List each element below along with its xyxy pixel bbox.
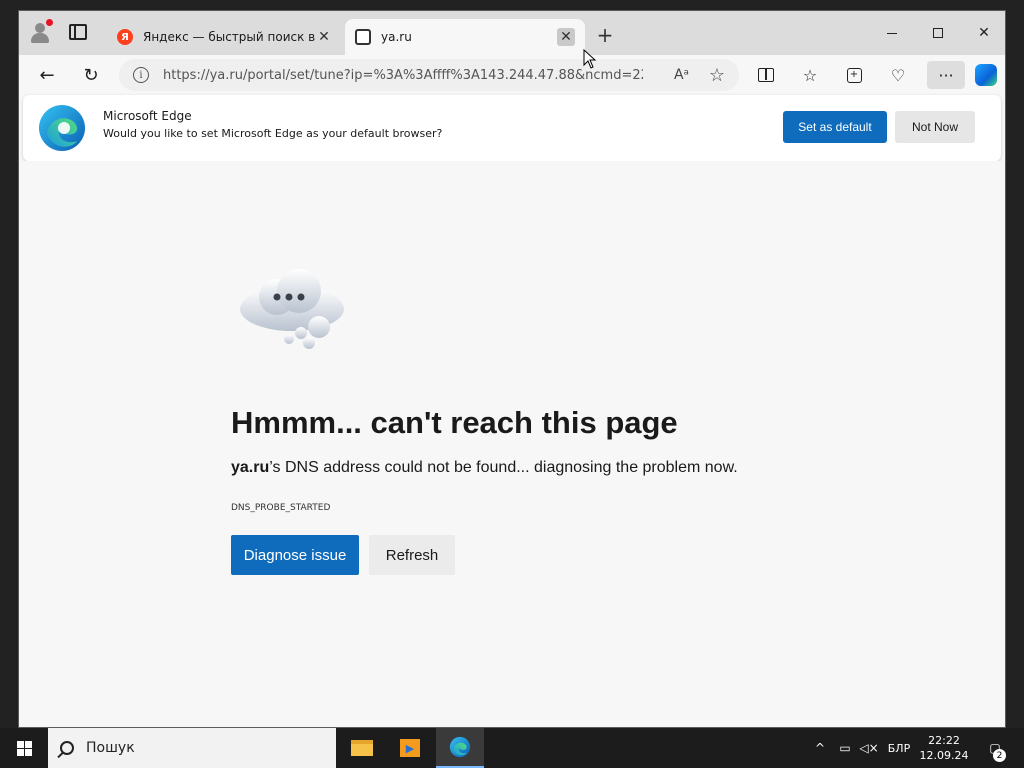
back-button[interactable]: ←: [33, 61, 61, 89]
notification-badge: 2: [993, 749, 1006, 762]
clock-date: 12.09.24: [919, 749, 969, 762]
reload-button[interactable]: ↻: [77, 61, 105, 89]
more-icon: ···: [938, 65, 954, 85]
tab-title: ya.ru: [381, 30, 412, 44]
diagnose-issue-button[interactable]: Diagnose issue: [231, 535, 359, 575]
yandex-favicon-icon: Я: [117, 29, 133, 45]
search-placeholder: Пошук: [86, 740, 135, 756]
refresh-button[interactable]: Refresh: [369, 535, 455, 575]
collections-icon: +: [846, 67, 862, 83]
tab-ya-ru[interactable]: ya.ru ✕: [345, 19, 585, 55]
close-window-button[interactable]: ✕: [961, 11, 1005, 55]
address-bar[interactable]: i https://ya.ru/portal/set/tune?ip=%3A%3…: [119, 59, 739, 91]
network-icon[interactable]: ▭: [834, 728, 856, 768]
language-indicator[interactable]: БЛР: [884, 728, 914, 768]
minimize-button[interactable]: [869, 11, 915, 55]
copilot-button[interactable]: [971, 61, 1001, 89]
media-player-icon: ▶: [400, 739, 420, 757]
start-button[interactable]: [0, 728, 48, 768]
info-icon[interactable]: i: [133, 67, 149, 83]
mouse-cursor-icon: [583, 49, 597, 69]
settings-more-button[interactable]: ···: [927, 61, 965, 89]
taskbar-search[interactable]: Пошук: [48, 728, 336, 768]
show-hidden-icons-button[interactable]: ^: [810, 728, 830, 768]
favorites-icon: ☆: [802, 65, 818, 85]
error-message: ya.ru’s DNS address could not be found..…: [231, 459, 738, 477]
browser-window: Я Яндекс — быстрый поиск в инте ✕ ya.ru …: [18, 10, 1006, 728]
error-message-text: ’s DNS address could not be found... dia…: [269, 459, 738, 476]
default-browser-banner: Microsoft Edge Would you like to set Mic…: [23, 95, 1001, 161]
close-tab-icon[interactable]: ✕: [315, 28, 333, 46]
edge-logo-icon: [39, 105, 85, 151]
split-screen-button[interactable]: [751, 61, 781, 89]
error-code: DNS_PROBE_STARTED: [231, 503, 331, 513]
cloud-error-icon: [240, 269, 344, 349]
clock[interactable]: 22:22 12.09.24: [918, 728, 970, 768]
set-as-default-button[interactable]: Set as default: [783, 111, 887, 143]
edge-icon: [449, 736, 471, 758]
error-host: ya.ru: [231, 459, 270, 476]
search-icon: [60, 741, 74, 755]
edge-taskbar-button[interactable]: [436, 728, 484, 768]
notification-center-button[interactable]: ▢ 2: [978, 728, 1012, 768]
windows-logo-icon: [16, 740, 32, 756]
new-tab-button[interactable]: +: [595, 23, 615, 47]
volume-muted-icon[interactable]: ◁×: [858, 728, 880, 768]
maximize-button[interactable]: [915, 11, 961, 55]
tab-title: Яндекс — быстрый поиск в инте: [143, 30, 315, 44]
browser-toolbar: ← ↻ i https://ya.ru/portal/set/tune?ip=%…: [19, 55, 1005, 95]
banner-title: Microsoft Edge: [103, 109, 192, 123]
split-screen-icon: [758, 68, 774, 82]
copilot-icon: [975, 64, 997, 86]
tab-yandex[interactable]: Я Яндекс — быстрый поиск в инте ✕: [107, 19, 343, 55]
error-title: Hmmm... can't reach this page: [231, 405, 678, 440]
error-page: Hmmm... can't reach this page ya.ru’s DN…: [19, 161, 1005, 727]
tab-actions-icon[interactable]: [69, 24, 87, 40]
not-now-button[interactable]: Not Now: [895, 111, 975, 143]
tab-strip: Я Яндекс — быстрый поиск в инте ✕ ya.ru …: [19, 11, 1005, 55]
profile-icon[interactable]: [29, 19, 53, 43]
clock-time: 22:22: [928, 734, 960, 747]
collections-button[interactable]: +: [839, 61, 869, 89]
close-tab-icon[interactable]: ✕: [557, 28, 575, 46]
read-aloud-icon[interactable]: Aᵃ: [674, 67, 689, 83]
favorite-star-icon[interactable]: ☆: [709, 65, 725, 86]
performance-button[interactable]: ♡: [883, 61, 913, 89]
file-explorer-button[interactable]: [338, 728, 386, 768]
error-page-favicon-icon: [355, 29, 371, 45]
taskbar: Пошук ▶ ^ ▭ ◁× БЛР 22:22 12.09.24 ▢ 2: [0, 728, 1024, 768]
folder-icon: [351, 740, 373, 756]
banner-message: Would you like to set Microsoft Edge as …: [103, 127, 443, 140]
heart-pulse-icon: ♡: [890, 65, 906, 85]
url-text[interactable]: https://ya.ru/portal/set/tune?ip=%3A%3Af…: [163, 68, 643, 83]
media-player-button[interactable]: ▶: [386, 728, 434, 768]
favorites-button[interactable]: ☆: [795, 61, 825, 89]
